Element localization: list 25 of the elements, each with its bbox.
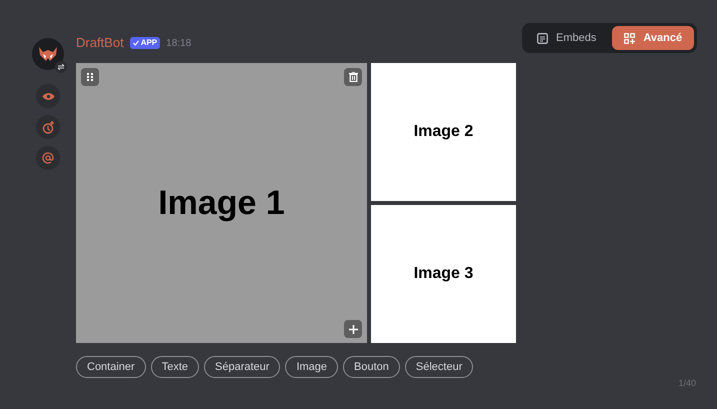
component-chip[interactable]: Séparateur xyxy=(204,356,280,378)
timestamp: 18:18 xyxy=(166,36,192,50)
component-chip[interactable]: Container xyxy=(76,356,146,378)
author-name: DraftBot xyxy=(76,34,124,52)
component-chip[interactable]: Bouton xyxy=(343,356,400,378)
mode-tab[interactable]: Avancé xyxy=(612,26,694,50)
trash-icon[interactable] xyxy=(344,68,362,86)
add-icon[interactable] xyxy=(344,320,362,338)
component-chip[interactable]: Sélecteur xyxy=(404,356,474,378)
component-chip[interactable]: Texte xyxy=(150,356,199,378)
image-label: Image 2 xyxy=(414,122,474,142)
app-badge: APP xyxy=(130,37,160,49)
check-icon xyxy=(132,40,139,46)
eye-icon[interactable] xyxy=(36,84,60,108)
mention-icon[interactable] xyxy=(36,146,60,170)
image-label: Image 1 xyxy=(158,182,285,224)
timer-plus-icon[interactable] xyxy=(36,115,60,139)
grid-plus-icon xyxy=(624,32,636,44)
document-icon xyxy=(537,32,548,44)
mode-tab[interactable]: Embeds xyxy=(525,26,608,50)
bot-avatar xyxy=(32,38,64,70)
drag-handle-icon[interactable] xyxy=(81,68,99,86)
image-label: Image 3 xyxy=(414,264,474,284)
component-chip[interactable]: Image xyxy=(285,356,338,378)
page-counter: 1/40 xyxy=(678,377,696,390)
